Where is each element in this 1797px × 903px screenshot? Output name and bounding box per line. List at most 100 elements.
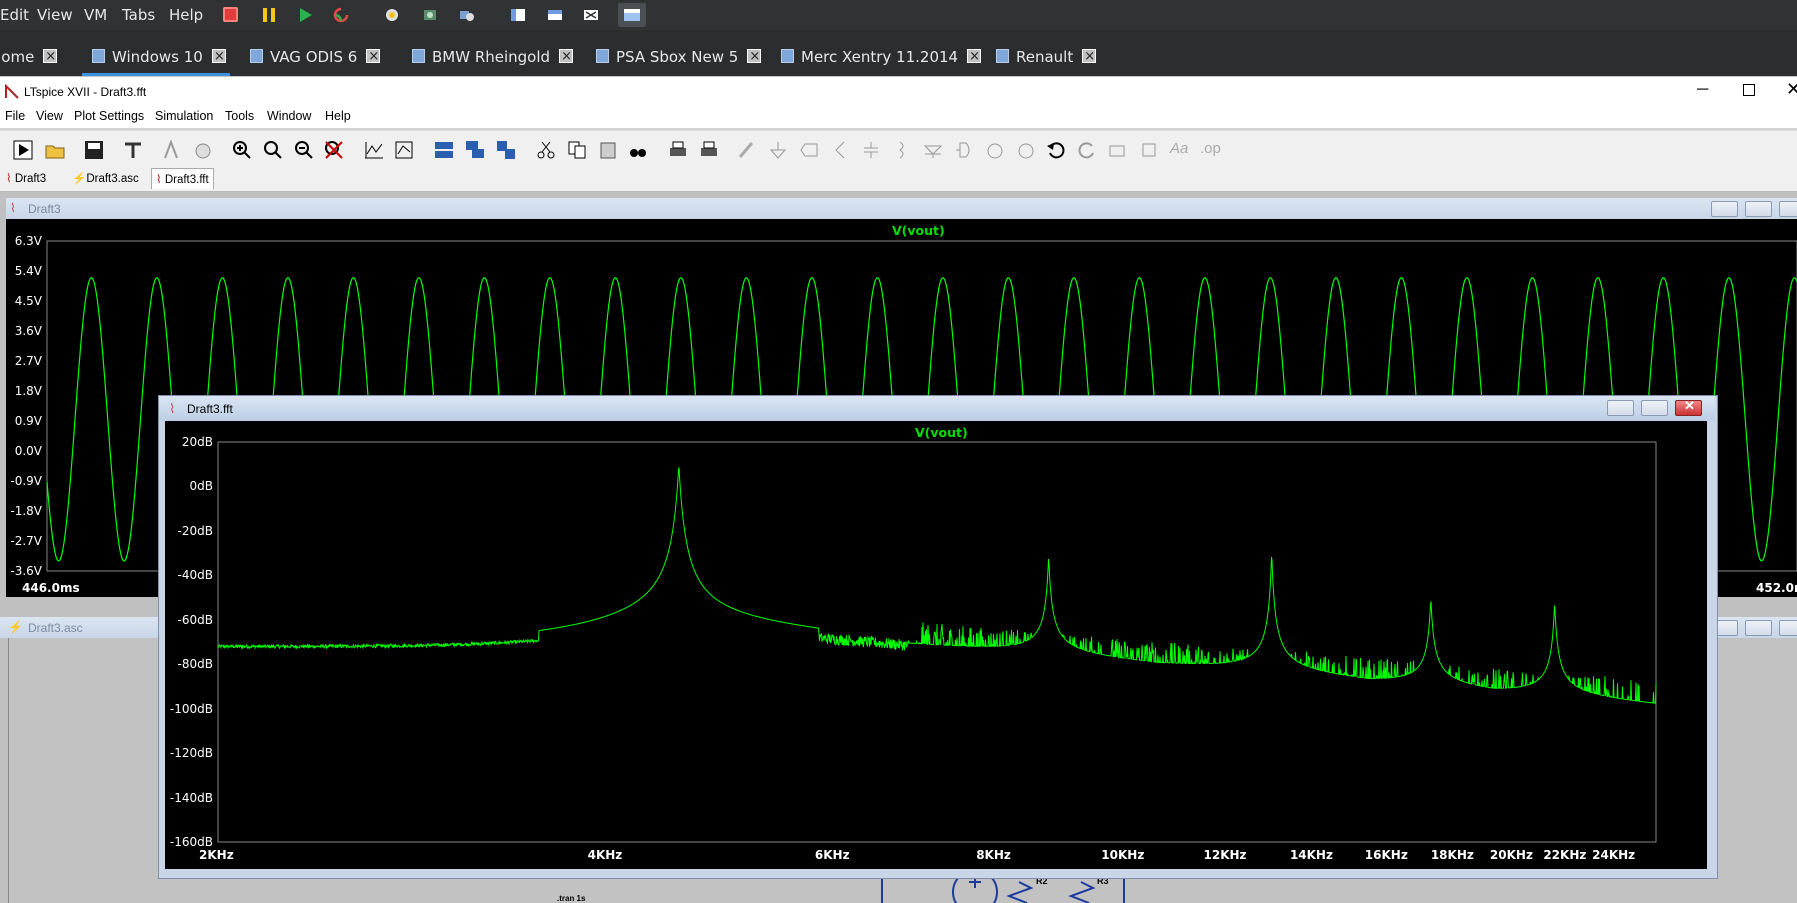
cascade-icon[interactable] <box>465 140 485 160</box>
save-icon[interactable] <box>84 140 104 160</box>
menu-plot-settings[interactable]: Plot Settings <box>74 109 144 123</box>
waveform-icon: ⌇ <box>10 201 16 215</box>
mirror-icon[interactable] <box>1139 140 1159 160</box>
fft-window-titlebar[interactable]: ⌇ Draft3.fft ✕ <box>159 396 1715 421</box>
fft-plot[interactable]: V(vout) 20dB 0dB -20dB -40dB -60dB -80dB -100d… <box>165 421 1707 869</box>
zoom-fit-icon[interactable] <box>294 140 314 160</box>
undo-icon[interactable] <box>1046 140 1066 160</box>
snapshot-icon[interactable] <box>384 7 400 23</box>
play-icon[interactable] <box>297 7 313 23</box>
vm-menu-edit[interactable]: Edit <box>0 6 29 24</box>
print-preview-icon[interactable] <box>699 140 719 160</box>
draw-wire-icon[interactable] <box>737 140 757 160</box>
vm-tab-windows-10[interactable]: Windows 10 <box>82 40 230 76</box>
trace-label[interactable]: V(vout) <box>915 425 968 440</box>
diode-icon[interactable] <box>923 140 943 160</box>
y-tick-label: -120dB <box>169 746 213 761</box>
rotate-icon[interactable] <box>1108 140 1128 160</box>
cut-icon[interactable] <box>536 140 556 160</box>
close-icon[interactable] <box>366 40 381 74</box>
text-icon[interactable]: Aa <box>1170 140 1190 160</box>
spice-directive-icon[interactable]: .op <box>1200 140 1221 160</box>
control-panel-icon[interactable] <box>123 140 143 160</box>
close-icon[interactable] <box>211 40 226 74</box>
minimize-icon[interactable] <box>1607 400 1634 416</box>
library-icon[interactable] <box>510 7 526 23</box>
halt-icon[interactable] <box>161 139 181 160</box>
stop-icon[interactable] <box>223 7 238 22</box>
vm-menu-tabs[interactable]: Tabs <box>122 6 155 24</box>
menu-file[interactable]: File <box>5 109 25 123</box>
restore-icon[interactable] <box>1745 620 1772 636</box>
inductor-icon[interactable] <box>892 140 912 160</box>
component-icon[interactable] <box>954 140 974 160</box>
menu-tools[interactable]: Tools <box>225 109 254 123</box>
vm-separator <box>0 30 1797 40</box>
pause-icon[interactable] <box>261 7 277 23</box>
label-net-icon[interactable] <box>799 140 819 160</box>
minimize-icon[interactable] <box>1711 201 1738 217</box>
tile-vertical-icon[interactable] <box>496 140 516 160</box>
zoom-in-icon[interactable] <box>232 140 252 160</box>
ground-icon[interactable] <box>768 140 788 160</box>
redo-icon[interactable] <box>1077 140 1097 160</box>
copy-icon[interactable] <box>567 140 587 160</box>
vm-menu-vm[interactable]: VM <box>84 6 107 24</box>
doc-tab-draft3[interactable]: ⌇ Draft3 <box>6 171 46 185</box>
fullscreen-icon[interactable] <box>547 7 563 23</box>
vm-tab-label: Windows 10 <box>112 48 203 66</box>
plot-settings-icon[interactable] <box>394 140 414 160</box>
close-icon[interactable] <box>1779 620 1797 636</box>
vm-tab-bmw-rheingold[interactable]: BMW Rheingold <box>412 40 574 76</box>
restore-icon[interactable] <box>1641 400 1668 416</box>
vm-menu-help[interactable]: Help <box>169 6 203 24</box>
doc-tab-draft3-asc[interactable]: ⚡Draft3.asc <box>72 171 139 185</box>
minimize-icon[interactable]: ─ <box>1697 81 1708 99</box>
menu-view[interactable]: View <box>36 109 63 123</box>
resistor-icon[interactable] <box>830 140 850 160</box>
close-icon[interactable] <box>967 40 982 74</box>
close-icon[interactable] <box>1082 40 1097 74</box>
tile-horizontal-icon[interactable] <box>434 140 454 160</box>
vm-tab-merc-xentry[interactable]: Merc Xentry 11.2014 <box>781 40 982 76</box>
y-tick-label: -140dB <box>169 790 213 805</box>
app-toolbar: Aa .op <box>0 130 1797 168</box>
revert-icon[interactable] <box>422 7 438 23</box>
unity-icon[interactable] <box>583 7 599 23</box>
menu-help[interactable]: Help <box>325 109 351 123</box>
menu-window[interactable]: Window <box>267 109 311 123</box>
close-icon[interactable] <box>747 40 762 74</box>
restart-icon[interactable] <box>333 7 349 23</box>
pan-icon[interactable] <box>193 140 213 160</box>
maximize-icon[interactable] <box>1743 84 1755 96</box>
move-icon[interactable] <box>985 140 1005 160</box>
close-icon[interactable]: ✕ <box>1786 79 1797 100</box>
close-icon[interactable] <box>559 40 574 74</box>
open-icon[interactable] <box>45 140 65 160</box>
autorange-icon[interactable] <box>364 140 384 160</box>
manage-snapshots-icon[interactable] <box>459 7 475 23</box>
vm-tab-psa-sbox[interactable]: PSA Sbox New 5 <box>596 40 762 76</box>
transient-window-titlebar[interactable]: ⌇ Draft3 <box>6 198 1797 219</box>
trace-label[interactable]: V(vout) <box>892 223 945 238</box>
menu-simulation[interactable]: Simulation <box>155 109 213 123</box>
drag-icon[interactable] <box>1016 140 1036 160</box>
print-icon[interactable] <box>668 140 688 160</box>
capacitor-icon[interactable] <box>861 140 881 160</box>
vm-tab-home[interactable]: Home <box>0 40 58 76</box>
close-icon[interactable] <box>43 40 58 74</box>
vm-menu-view[interactable]: View <box>37 6 73 24</box>
console-view-icon[interactable] <box>618 3 646 27</box>
zoom-out-icon[interactable] <box>263 140 283 160</box>
restore-icon[interactable] <box>1745 201 1772 217</box>
fft-trace-vout[interactable] <box>217 467 1657 704</box>
doc-tab-draft3-fft[interactable]: ⌇ Draft3.fft <box>151 168 214 189</box>
close-icon[interactable]: ✕ <box>1675 398 1702 416</box>
zoom-cancel-icon[interactable] <box>324 140 344 160</box>
paste-icon[interactable] <box>598 140 618 160</box>
run-icon[interactable] <box>13 140 33 160</box>
vm-tab-renault[interactable]: Renault <box>996 40 1097 76</box>
find-icon[interactable] <box>628 140 648 160</box>
vm-tab-vag-odis[interactable]: VAG ODIS 6 <box>250 40 381 76</box>
close-icon[interactable] <box>1779 201 1797 217</box>
